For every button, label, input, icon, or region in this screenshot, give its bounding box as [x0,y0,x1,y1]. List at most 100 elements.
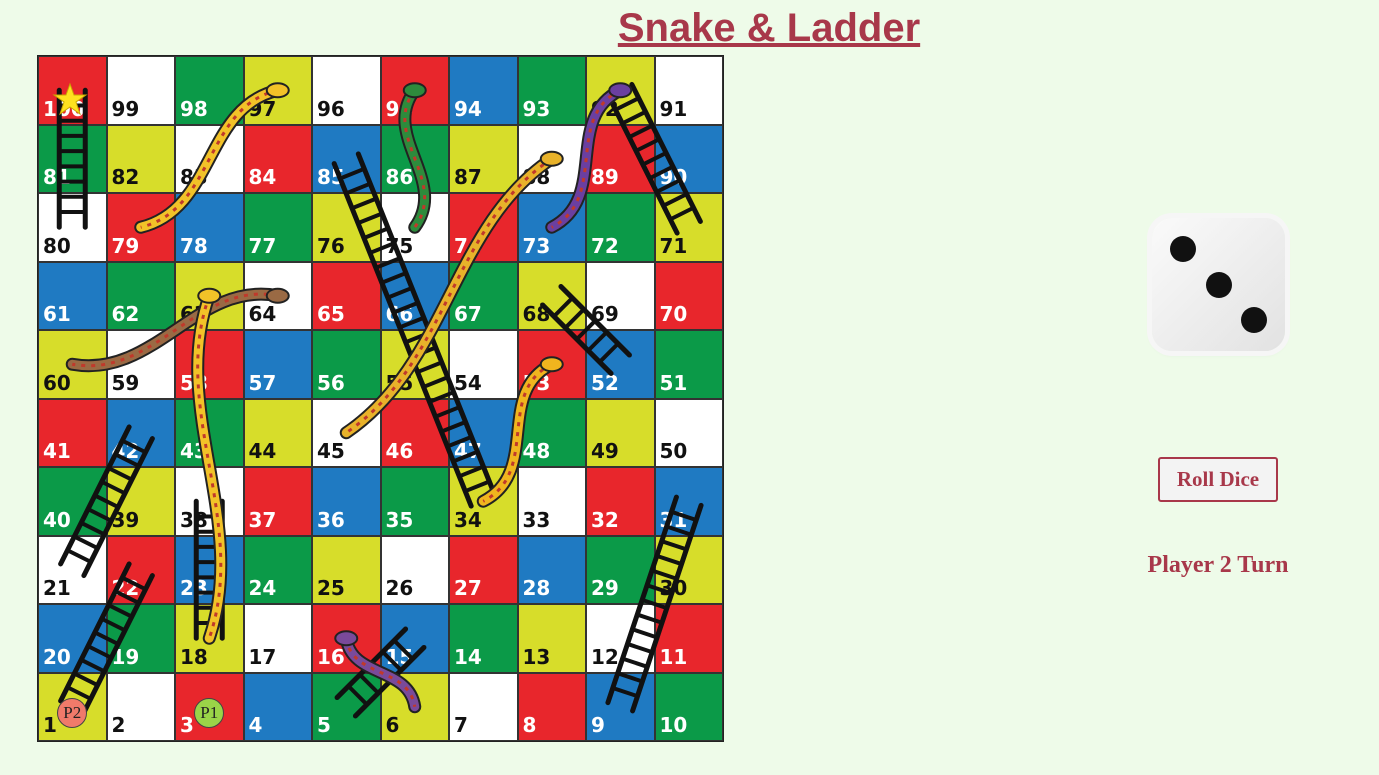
square-number: 81 [43,165,71,189]
board-square: 41 [38,398,107,467]
board-square: 80 [38,193,107,262]
square-number: 40 [43,507,71,532]
square-number: 99 [111,96,140,121]
square-number: 15 [385,644,414,669]
player-token-p1: P1 [194,697,225,728]
board-square: 25 [312,535,381,604]
square-number: 75 [385,233,414,258]
board-square: 67 [449,261,518,330]
square-number: 49 [591,439,619,463]
square-number: 34 [454,507,482,532]
square-number: 24 [248,576,277,600]
square-number: 25 [317,576,345,600]
board-square: 95 [380,56,449,125]
square-number: 44 [248,439,277,463]
board-square: 4 [243,672,312,741]
square-number: 46 [385,439,414,463]
square-number: 18 [180,644,208,669]
dice [1152,218,1285,351]
board-square: 91 [654,56,723,125]
board-square: 12 [586,604,655,673]
board-square: 69 [586,261,655,330]
board-square: 93 [517,56,586,125]
square-number: 60 [43,370,71,395]
square-number: 61 [43,302,71,326]
square-number: 8 [522,713,537,737]
square-number: 23 [180,576,208,600]
board-square: 55 [380,330,449,399]
board-square: 43 [175,398,244,467]
square-number: 62 [111,302,140,326]
square-number: 47 [454,439,482,463]
board-square: 20 [38,604,107,673]
square-number: 20 [43,644,71,669]
board-square: 32 [586,467,655,536]
square-number: 51 [659,370,688,395]
board-square: 98 [175,56,244,125]
board-square: 84 [243,124,312,193]
board-square: 66 [380,261,449,330]
board-square: 65 [312,261,381,330]
square-number: 59 [111,370,140,395]
board-square: 74 [449,193,518,262]
board-square: 18 [175,604,244,673]
board-square: 52 [586,330,655,399]
player-token-p2: P2 [57,697,88,728]
square-number: 69 [591,302,619,326]
square-number: 35 [385,507,414,532]
square-number: 58 [180,370,208,395]
board-square: 16 [312,604,381,673]
board-square: 89 [586,124,655,193]
board-square: 79 [106,193,175,262]
square-number: 87 [454,165,482,189]
board-square: 15 [380,604,449,673]
board-square: 28 [517,535,586,604]
board-square: 11 [654,604,723,673]
square-number: 52 [591,370,619,395]
square-number: 80 [43,233,71,258]
board-square: 87 [449,124,518,193]
square-number: 74 [454,233,482,258]
board-grid: 100 99 98 97 96 95 94 93 92 91 81 82 83 84 85 86 87 88 89 9… [38,56,723,741]
square-number: 21 [43,576,71,600]
dice-pip [1205,271,1232,298]
square-number: 65 [317,302,345,326]
board-square: 70 [654,261,723,330]
board-square: 49 [586,398,655,467]
board-square: 45 [312,398,381,467]
board-square: 53 [517,330,586,399]
player-turn-status: Player 2 Turn [1147,552,1289,578]
board-square: 71 [654,193,723,262]
board-square: 38 [175,467,244,536]
square-number: 73 [522,233,551,258]
board-square: 68 [517,261,586,330]
board-square: 82 [106,124,175,193]
board-square: 92 [586,56,655,125]
square-number: 76 [317,233,345,258]
board-square: 35 [380,467,449,536]
square-number: 37 [248,507,277,532]
board-square: 5 [312,672,381,741]
board-square: 22 [106,535,175,604]
board-square: 44 [243,398,312,467]
board-square: 30 [654,535,723,604]
board-square: 7 [449,672,518,741]
square-number: 96 [317,96,345,121]
board-square: 57 [243,330,312,399]
square-number: 82 [111,165,140,189]
square-number: 84 [248,165,277,189]
square-number: 38 [180,507,208,532]
roll-dice-button[interactable]: Roll Dice [1158,457,1278,502]
square-number: 11 [659,644,688,669]
square-number: 10 [659,713,688,737]
square-number: 30 [659,576,688,600]
square-number: 56 [317,370,345,395]
board-square: 63 [175,261,244,330]
board-square: 100 [38,56,107,125]
square-number: 100 [43,96,85,121]
square-number: 3 [180,713,194,737]
board-square: 83 [175,124,244,193]
board-square: 96 [312,56,381,125]
board-square: 77 [243,193,312,262]
square-number: 17 [248,644,277,669]
